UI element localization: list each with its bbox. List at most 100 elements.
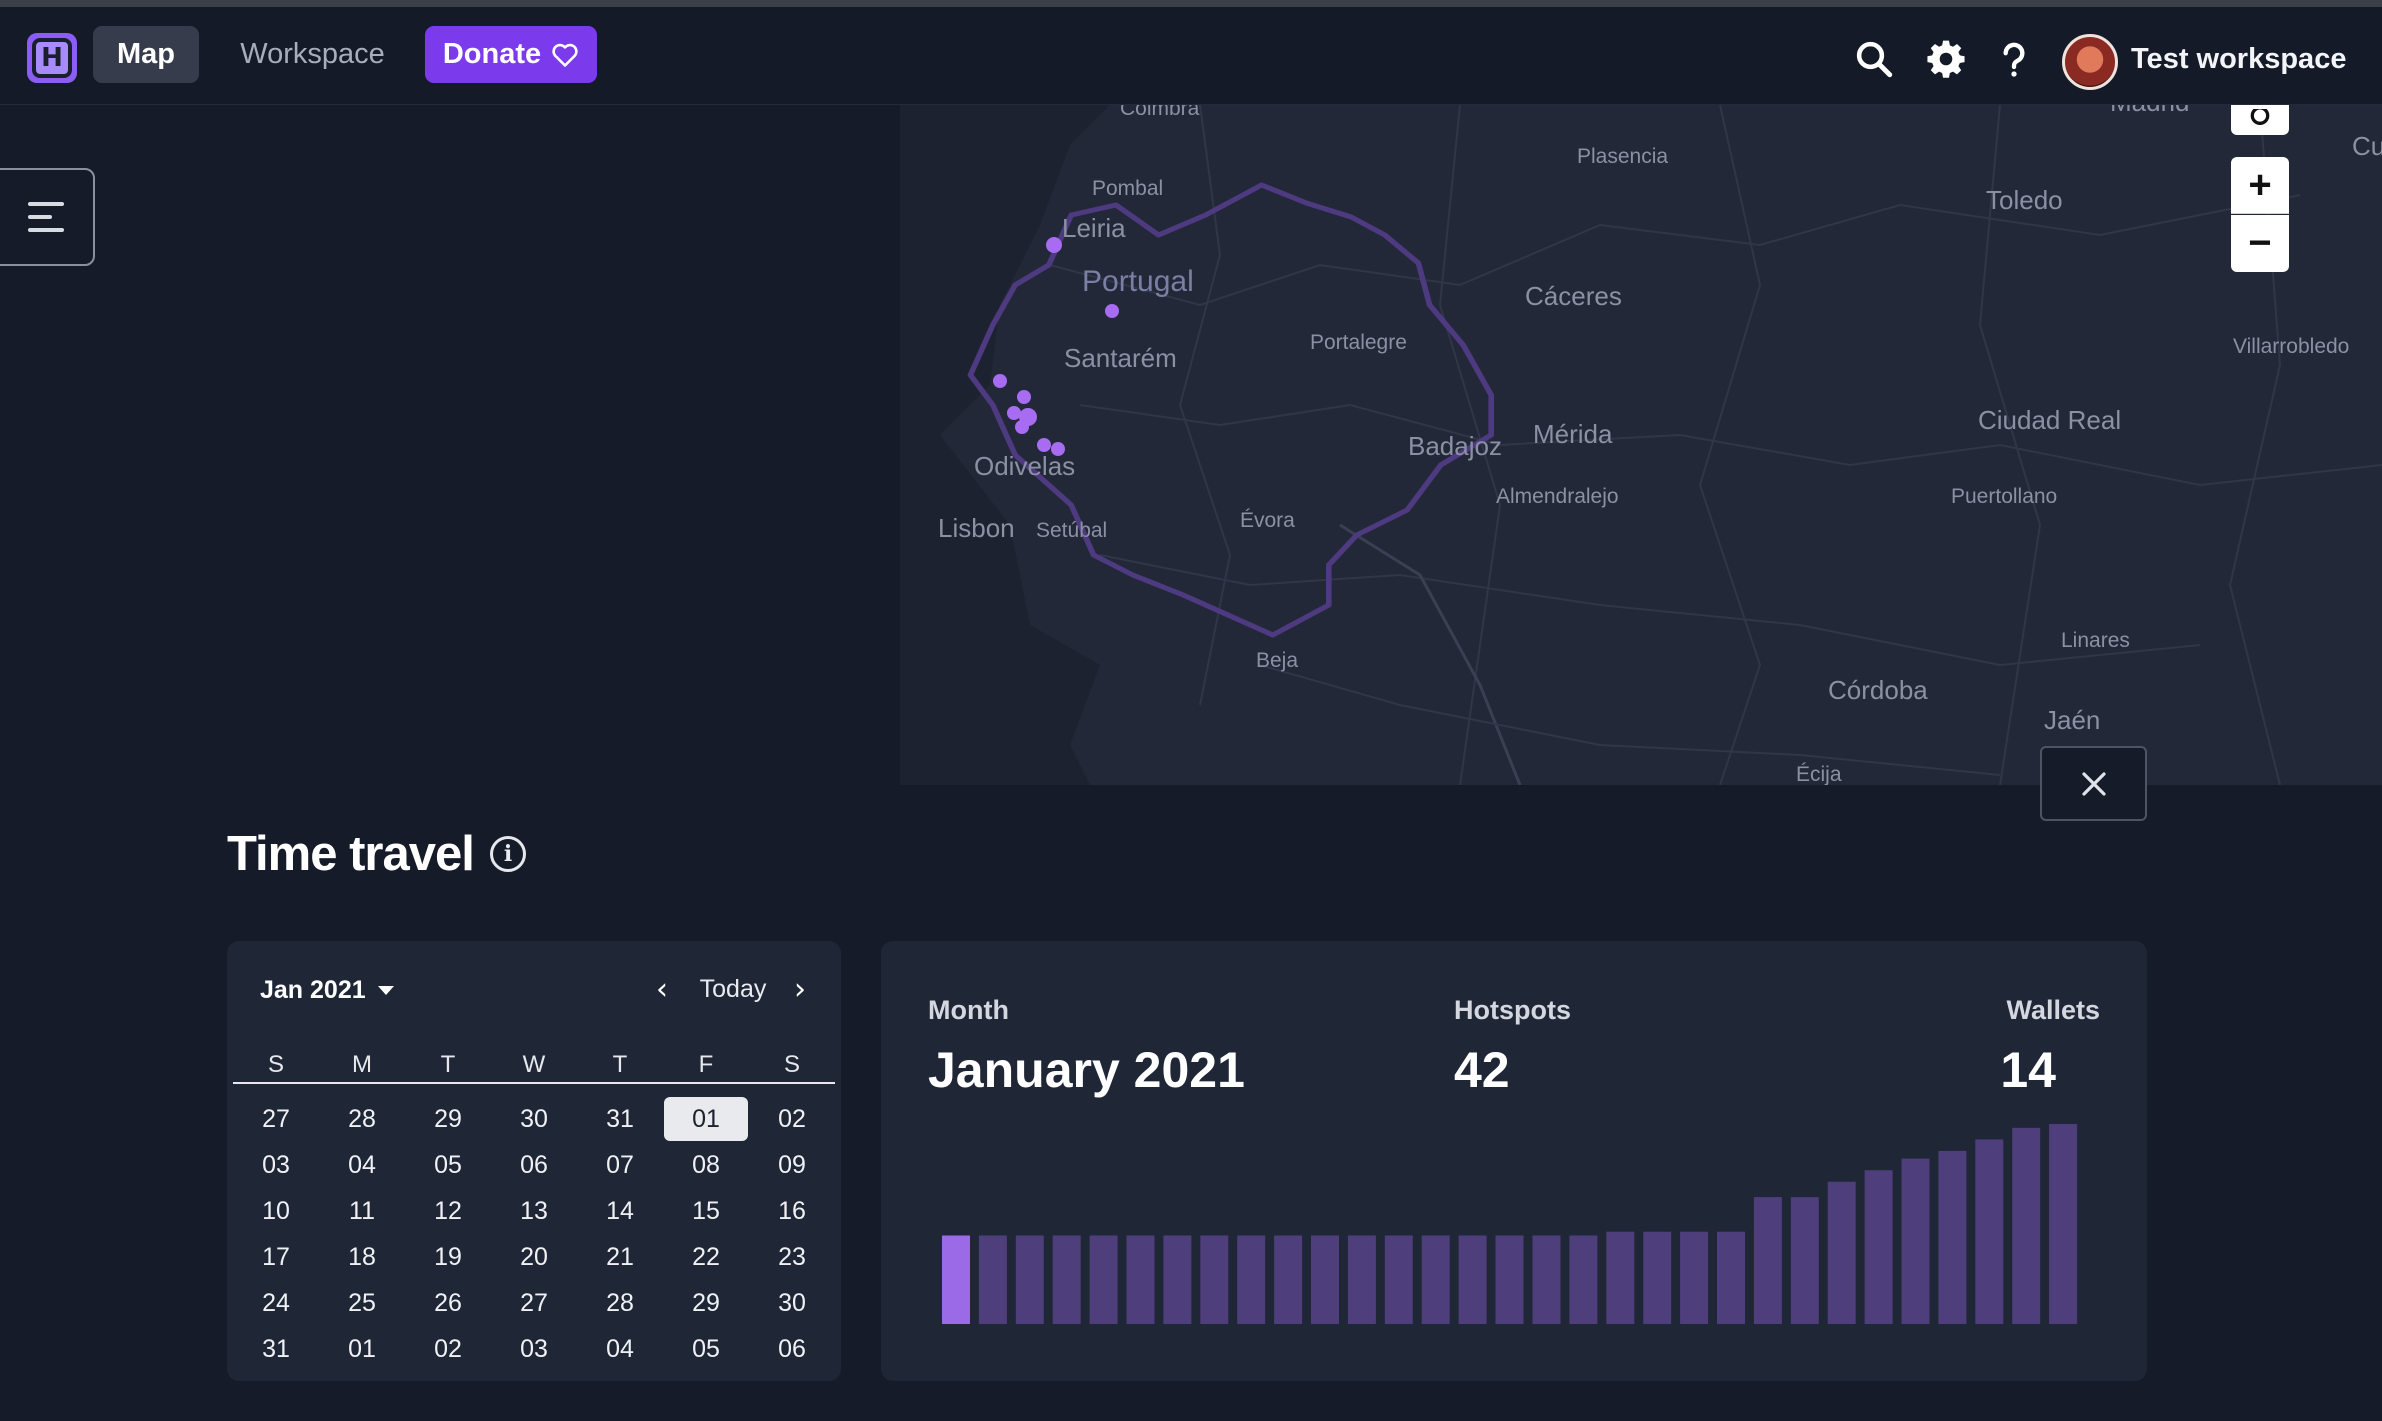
nav-map-button[interactable]: Map [93,26,199,83]
chart-bar[interactable] [2012,1127,2041,1324]
close-button[interactable] [2040,746,2147,821]
next-month-button[interactable]: › [785,969,815,1009]
calendar-day[interactable]: 24 [233,1280,319,1326]
zoom-in-button[interactable]: + [2231,157,2289,214]
search-icon[interactable] [1852,37,1896,81]
calendar-day[interactable]: 31 [233,1326,319,1372]
help-icon[interactable] [1992,37,2036,81]
calendar-day[interactable]: 30 [491,1096,577,1142]
calendar-day[interactable]: 18 [319,1234,405,1280]
calendar-day[interactable]: 03 [491,1326,577,1372]
calendar-day[interactable]: 05 [663,1326,749,1372]
chart-bar[interactable] [1237,1235,1266,1325]
calendar-day[interactable]: 19 [405,1234,491,1280]
app-logo[interactable]: H [27,33,77,83]
chart-bar[interactable] [1680,1231,1709,1324]
prev-month-button[interactable]: ‹ [647,969,677,1009]
chevron-left-icon: ‹ [656,971,668,1007]
calendar-day[interactable]: 29 [405,1096,491,1142]
chart-bar[interactable] [1126,1235,1155,1325]
chart-bar[interactable] [1606,1231,1635,1324]
calendar-day[interactable]: 29 [663,1280,749,1326]
chart-bar[interactable] [1163,1235,1192,1325]
chart-bar[interactable] [1938,1150,1967,1324]
calendar-day[interactable]: 01 [319,1326,405,1372]
workspace-name[interactable]: Test workspace [2131,43,2346,76]
calendar-day[interactable]: 08 [663,1142,749,1188]
chart-bar[interactable] [1975,1139,2004,1324]
calendar-day[interactable]: 06 [749,1326,835,1372]
info-icon[interactable]: i [490,836,526,872]
nav-workspace-button[interactable]: Workspace [225,26,400,83]
calendar-day[interactable]: 01 [663,1096,749,1142]
calendar-day[interactable]: 16 [749,1188,835,1234]
calendar-day[interactable]: 31 [577,1096,663,1142]
calendar-day[interactable]: 15 [663,1188,749,1234]
chart-bar[interactable] [1421,1235,1450,1325]
calendar-day[interactable]: 26 [405,1280,491,1326]
chart-bar[interactable] [1384,1235,1413,1325]
chart-bar[interactable] [942,1235,970,1325]
chart-bar[interactable] [1274,1235,1303,1325]
calendar-day[interactable]: 21 [577,1234,663,1280]
map-city-label: Leiria [1062,213,1126,243]
calendar-day[interactable]: 14 [577,1188,663,1234]
calendar-day[interactable]: 22 [663,1234,749,1280]
calendar-day[interactable]: 04 [319,1142,405,1188]
chart-bar[interactable] [1347,1235,1376,1325]
zoom-out-button[interactable]: − [2231,215,2289,272]
calendar-day[interactable]: 09 [749,1142,835,1188]
calendar-day[interactable]: 03 [233,1142,319,1188]
calendar-day[interactable]: 10 [233,1188,319,1234]
minus-icon: − [2248,221,2272,265]
chart-bar[interactable] [1864,1170,1893,1324]
chart-bar[interactable] [1901,1158,1930,1324]
chart-bar[interactable] [1827,1181,1856,1324]
map[interactable]: Coimbra Plasencia Pombal Toledo Leiria P… [900,105,2382,785]
chart-bar[interactable] [1753,1197,1782,1324]
calendar-day[interactable]: 30 [749,1280,835,1326]
calendar-day[interactable]: 28 [577,1280,663,1326]
calendar-day[interactable]: 02 [749,1096,835,1142]
chart-bar[interactable] [1495,1235,1524,1325]
chart-bar[interactable] [1569,1235,1598,1325]
calendar-day[interactable]: 23 [749,1234,835,1280]
chart-bar[interactable] [1200,1235,1229,1325]
chart-bar[interactable] [1052,1235,1081,1325]
calendar-day[interactable]: 05 [405,1142,491,1188]
chart-bar[interactable] [978,1235,1007,1325]
month-picker-dropdown[interactable]: Jan 2021 [260,976,394,1005]
gear-icon[interactable] [1924,37,1968,81]
chart-bar[interactable] [1458,1235,1487,1325]
calendar-day[interactable]: 07 [577,1142,663,1188]
calendar-day[interactable]: 11 [319,1188,405,1234]
chart-bar[interactable] [1717,1231,1745,1324]
calendar-day[interactable]: 06 [491,1142,577,1188]
chart-bar[interactable] [2049,1124,2078,1324]
calendar-day[interactable]: 12 [405,1188,491,1234]
calendar-day[interactable]: 27 [233,1096,319,1142]
chart-bar[interactable] [1643,1231,1672,1324]
calendar-day[interactable]: 04 [577,1326,663,1372]
calendar-day-label: 01 [664,1097,748,1141]
chart-bar[interactable] [1790,1197,1819,1324]
calendar-day[interactable]: 17 [233,1234,319,1280]
calendar-day[interactable]: 28 [319,1096,405,1142]
locate-button[interactable] [2231,105,2289,135]
calendar-day[interactable]: 20 [491,1234,577,1280]
calendar-day[interactable]: 13 [491,1188,577,1234]
chart-bar[interactable] [1311,1235,1339,1325]
map-city-label: Cáceres [1525,281,1622,311]
map-country-label: Portugal [1082,265,1194,298]
chart-bar[interactable] [1532,1235,1561,1325]
calendar-day[interactable]: 02 [405,1326,491,1372]
chart-bar[interactable] [1089,1235,1118,1325]
calendar-day-label: 16 [778,1196,806,1225]
avatar[interactable] [2062,34,2118,90]
calendar-day[interactable]: 25 [319,1280,405,1326]
calendar-day[interactable]: 27 [491,1280,577,1326]
chart-bar[interactable] [1015,1235,1044,1325]
sidebar-toggle-button[interactable] [0,168,95,266]
today-button[interactable]: Today [693,969,773,1009]
donate-button[interactable]: Donate [425,26,597,83]
